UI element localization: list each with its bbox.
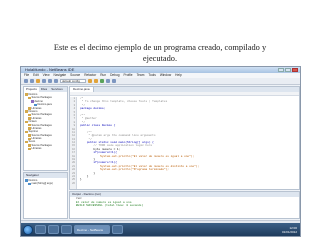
folder-icon bbox=[25, 140, 28, 144]
taskbar-powerpoint-icon[interactable] bbox=[112, 225, 123, 234]
debug-icon[interactable] bbox=[106, 79, 110, 83]
code-area[interactable]: 1 2 3 4 5 6 7 8 9 10 11 12 13 14 15 16 17 18 19 20 21 22 23 24 2… bbox=[70, 97, 299, 189]
line-number: 26 bbox=[72, 181, 75, 185]
taskbar-netbeans-item[interactable]: Decimo - NetBeans bbox=[74, 225, 110, 234]
close-icon[interactable] bbox=[292, 68, 298, 72]
undo-icon[interactable] bbox=[48, 79, 52, 83]
folder-icon bbox=[28, 96, 31, 100]
output-line: BUILD SUCCESSFUL (total time: 0 seconds) bbox=[76, 204, 144, 208]
save-icon[interactable] bbox=[42, 79, 46, 83]
window-title: HolaMundo - NetBeans IDE bbox=[25, 67, 75, 72]
maximize-icon[interactable] bbox=[285, 68, 291, 72]
code-line[interactable] bbox=[80, 182, 299, 185]
start-button-icon[interactable] bbox=[23, 224, 33, 235]
navigator-panel: Navigator Decimo main(String[] args) bbox=[23, 172, 68, 219]
tree-item[interactable]: Libraries bbox=[25, 147, 66, 150]
projects-panel-tabs: Projects Files Services bbox=[24, 87, 67, 92]
taskbar-clock: 12:00 01/01/2012 bbox=[282, 226, 297, 234]
slide-title: Este es el decimo ejemplo de un programa… bbox=[53, 43, 267, 63]
projects-panel: Projects Files Services Decimo Source Packa… bbox=[23, 86, 68, 171]
folder-icon bbox=[25, 130, 28, 134]
folder-icon bbox=[28, 144, 31, 147]
class-icon bbox=[25, 179, 28, 182]
project-tree: Decimo Source Packages decimo Decimo.java Li… bbox=[24, 92, 67, 152]
taskbar-media-icon[interactable] bbox=[48, 225, 59, 234]
minimize-icon[interactable] bbox=[278, 68, 284, 72]
clean-build-icon[interactable] bbox=[94, 79, 98, 83]
folder-icon bbox=[25, 93, 28, 96]
tree-item-label: Libraries bbox=[31, 147, 42, 151]
folder-icon bbox=[28, 123, 31, 127]
profile-icon[interactable] bbox=[112, 79, 116, 83]
navigator-item-label: main(String[] args) bbox=[31, 182, 53, 186]
new-project-icon[interactable] bbox=[24, 79, 28, 83]
line-number-gutter: 1 2 3 4 5 6 7 8 9 10 11 12 13 14 15 16 17 18 19 20 21 22 23 24 2… bbox=[70, 97, 77, 189]
class-icon bbox=[28, 182, 31, 186]
windows-taskbar: Decimo - NetBeans 12:00 01/01/2012 bbox=[21, 223, 300, 236]
editor-toolbar bbox=[70, 92, 299, 96]
navigator-tree: Decimo main(String[] args) bbox=[24, 178, 67, 187]
folder-icon bbox=[28, 113, 31, 117]
config-select[interactable]: default config bbox=[60, 79, 86, 83]
folder-icon bbox=[28, 134, 31, 137]
folder-icon bbox=[25, 110, 28, 113]
open-project-icon[interactable] bbox=[36, 79, 40, 83]
taskbar-browser-icon[interactable] bbox=[61, 225, 72, 234]
tab-files[interactable]: Files bbox=[39, 87, 49, 92]
output-console: run: El valor de numero es igual a uno BUI… bbox=[70, 197, 299, 208]
toolbar: default config bbox=[21, 78, 300, 85]
code-editor: Decimo.java 1 2 3 4 5 6 7 8 9 10 11 12 13 14 15 16 17 18 1… bbox=[69, 86, 300, 190]
source-code[interactable]: /* * To change this template, choose Too… bbox=[77, 97, 299, 189]
tab-decimo-java[interactable]: Decimo.java bbox=[70, 87, 94, 92]
navigator-item[interactable]: main(String[] args) bbox=[25, 182, 66, 185]
tab-services[interactable]: Services bbox=[49, 87, 65, 92]
output-panel: Output - Decimo (run) run: El valor de nu… bbox=[69, 191, 300, 219]
run-icon[interactable] bbox=[100, 79, 104, 83]
taskbar-explorer-icon[interactable] bbox=[35, 225, 46, 234]
folder-icon bbox=[25, 120, 28, 124]
folder-icon bbox=[28, 147, 31, 151]
tab-projects[interactable]: Projects bbox=[24, 87, 39, 92]
clock-date: 01/01/2012 bbox=[281, 229, 297, 234]
redo-icon[interactable] bbox=[54, 79, 58, 83]
ide-screenshot: HolaMundo - NetBeans IDE File Edit View Nav… bbox=[20, 66, 301, 237]
build-icon[interactable] bbox=[88, 79, 92, 83]
new-file-icon[interactable] bbox=[30, 79, 34, 83]
package-icon bbox=[31, 100, 34, 103]
window-controls bbox=[278, 68, 298, 72]
